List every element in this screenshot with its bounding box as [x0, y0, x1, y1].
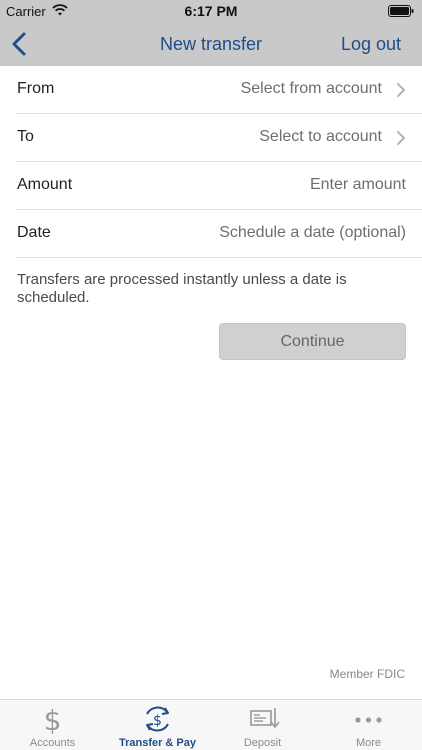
to-row[interactable]: To Select to account	[16, 114, 422, 162]
amount-row[interactable]: Amount Enter amount	[16, 162, 422, 210]
continue-button[interactable]: Continue	[219, 323, 406, 360]
to-label: To	[17, 128, 34, 145]
member-fdic-label: Member FDIC	[329, 667, 405, 681]
tab-label: Transfer & Pay	[118, 737, 197, 749]
navigation-bar: New transfer Log out	[0, 22, 422, 66]
check-deposit-icon	[250, 708, 280, 729]
ellipsis-icon	[355, 717, 382, 723]
screen: Carrier 6:17 PM New transfer Log out Fro…	[0, 0, 422, 750]
battery-icon	[388, 5, 414, 17]
transfer-note: Transfers are processed instantly unless…	[17, 271, 347, 306]
svg-text:$: $	[44, 704, 62, 734]
tab-label: Accounts	[29, 737, 76, 749]
amount-input[interactable]: Enter amount	[310, 176, 406, 194]
chevron-right-icon	[397, 131, 405, 145]
tab-label: Deposit	[243, 737, 282, 749]
chevron-right-icon	[397, 83, 405, 97]
date-input[interactable]: Schedule a date (optional)	[219, 224, 406, 242]
amount-label: Amount	[17, 176, 73, 193]
from-label: From	[17, 80, 55, 97]
status-bar: Carrier 6:17 PM	[0, 0, 422, 22]
date-label: Date	[17, 224, 51, 241]
from-account-select[interactable]: Select from account	[241, 80, 382, 98]
tab-more[interactable]: More	[315, 700, 422, 750]
tab-label: More	[355, 737, 382, 749]
to-account-select[interactable]: Select to account	[259, 128, 382, 146]
tab-transfer-pay[interactable]: $ Transfer & Pay	[105, 700, 210, 750]
dollar-icon: $	[44, 704, 62, 734]
status-time: 6:17 PM	[184, 3, 238, 19]
tab-accounts[interactable]: $ Accounts	[0, 700, 105, 750]
transfer-dollar-icon: $	[146, 706, 169, 732]
transfer-form: From Select from account To Select to ac…	[0, 66, 422, 258]
svg-text:$: $	[153, 713, 162, 729]
tab-bar: $ Accounts $ Transfer & Pay Deposit More	[0, 699, 422, 750]
tab-deposit[interactable]: Deposit	[210, 700, 315, 750]
from-row[interactable]: From Select from account	[16, 66, 422, 114]
top-bar: Carrier 6:17 PM New transfer Log out	[0, 0, 422, 66]
logout-button[interactable]: Log out	[341, 34, 401, 55]
date-row[interactable]: Date Schedule a date (optional)	[16, 210, 422, 258]
